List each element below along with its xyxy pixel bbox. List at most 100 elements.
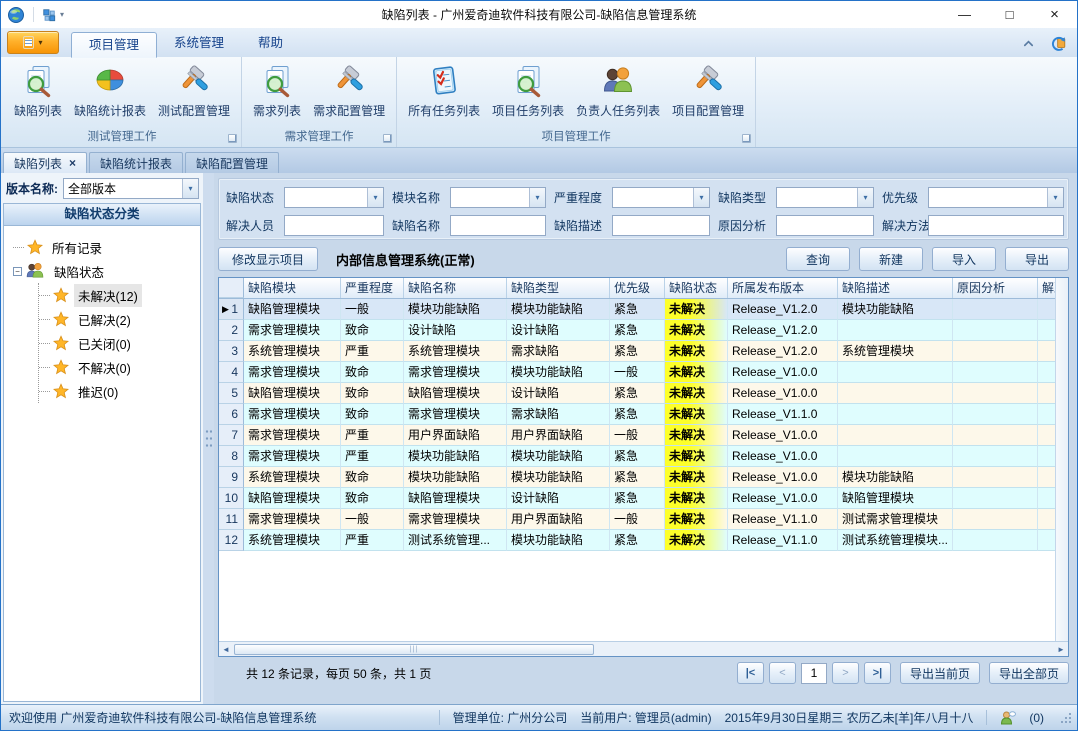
scroll-right-icon[interactable]: ►: [1054, 645, 1068, 654]
doc-tab-2[interactable]: 缺陷配置管理: [185, 152, 279, 173]
filter-combo-r1-2[interactable]: ▾: [612, 187, 710, 208]
grid-column-header-0[interactable]: 缺陷模块: [244, 278, 341, 298]
grid-column-header-6[interactable]: 所属发布版本: [728, 278, 838, 298]
ribbon-button-2-2[interactable]: 负责人任务列表: [570, 60, 666, 119]
action-button-3[interactable]: 导出: [1005, 247, 1069, 271]
tree-node-1[interactable]: −缺陷状态: [13, 259, 196, 283]
grid-column-header-5[interactable]: 缺陷状态: [665, 278, 728, 298]
row-number: 1: [231, 302, 238, 316]
export-all-pages-button[interactable]: 导出全部页: [989, 662, 1069, 684]
grid-column-header-4[interactable]: 优先级: [610, 278, 665, 298]
doc-tab-1[interactable]: 缺陷统计报表: [89, 152, 183, 173]
window-list-icon[interactable]: [42, 8, 56, 22]
ribbon-button-2-3[interactable]: 项目配置管理: [666, 60, 750, 119]
filter-combo-r1-1[interactable]: ▾: [450, 187, 546, 208]
dialog-launcher-icon[interactable]: [742, 134, 751, 143]
filter-input-r2-0[interactable]: [284, 215, 384, 236]
chevron-down-icon[interactable]: ▾: [367, 188, 383, 207]
filter-input-r2-1[interactable]: [450, 215, 546, 236]
pager-first-button[interactable]: |<: [737, 662, 764, 684]
table-row[interactable]: 12系统管理模块严重测试系统管理...模块功能缺陷紧急未解决Release_V1…: [219, 530, 1055, 551]
grid-cell: 需求管理模块: [244, 320, 341, 341]
tree-node-1-1[interactable]: 已解决(2): [39, 307, 196, 331]
scroll-left-icon[interactable]: ◄: [219, 645, 233, 654]
grid-column-header-8[interactable]: 原因分析: [953, 278, 1038, 298]
ribbon-tab-2[interactable]: 帮助: [241, 31, 300, 57]
tree-node-1-0[interactable]: 未解决(12): [39, 283, 196, 307]
resize-grip[interactable]: [1059, 711, 1072, 724]
filter-combo-r1-3[interactable]: ▾: [776, 187, 874, 208]
ribbon-button-1-0[interactable]: 需求列表: [247, 60, 307, 119]
grid-cell: 严重: [341, 446, 404, 467]
dialog-launcher-icon[interactable]: [228, 134, 237, 143]
tree-node-label: 已解决(2): [74, 308, 135, 331]
application-menu-button[interactable]: ▾: [7, 31, 59, 54]
table-row[interactable]: 6需求管理模块致命需求管理模块需求缺陷紧急未解决Release_V1.1.0: [219, 404, 1055, 425]
table-row[interactable]: 3系统管理模块严重系统管理模块需求缺陷紧急未解决Release_V1.2.0系统…: [219, 341, 1055, 362]
table-row[interactable]: 2需求管理模块致命设计缺陷设计缺陷紧急未解决Release_V1.2.0: [219, 320, 1055, 341]
scrollbar-thumb[interactable]: |||: [234, 644, 594, 655]
doc-tab-0[interactable]: 缺陷列表×: [3, 152, 87, 173]
table-row[interactable]: 11需求管理模块一般需求管理模块用户界面缺陷一般未解决Release_V1.1.…: [219, 509, 1055, 530]
table-row[interactable]: 10缺陷管理模块致命缺陷管理模块设计缺陷紧急未解决Release_V1.0.0缺…: [219, 488, 1055, 509]
ribbon-button-2-1[interactable]: 项目任务列表: [486, 60, 570, 119]
chevron-down-icon[interactable]: ▾: [182, 179, 198, 198]
tree-node-1-4[interactable]: 推迟(0): [39, 379, 196, 403]
close-button[interactable]: ×: [1032, 2, 1077, 28]
collapse-ribbon-icon[interactable]: [1022, 37, 1035, 50]
filter-input-r2-2[interactable]: [612, 215, 710, 236]
tree-node-1-2[interactable]: 已关闭(0): [39, 331, 196, 355]
table-row[interactable]: 8需求管理模块严重模块功能缺陷模块功能缺陷紧急未解决Release_V1.0.0: [219, 446, 1055, 467]
minimize-button[interactable]: —: [942, 2, 987, 28]
ribbon-button-1-1[interactable]: 需求配置管理: [307, 60, 391, 119]
action-button-2[interactable]: 导入: [932, 247, 996, 271]
content-panel: 缺陷状态▾模块名称▾严重程度▾缺陷类型▾优先级▾ 解决人员缺陷名称缺陷描述原因分…: [214, 173, 1077, 704]
table-row[interactable]: ▶1缺陷管理模块一般模块功能缺陷模块功能缺陷紧急未解决Release_V1.2.…: [219, 299, 1055, 320]
table-row[interactable]: 9系统管理模块致命模块功能缺陷模块功能缺陷紧急未解决Release_V1.0.0…: [219, 467, 1055, 488]
chevron-down-icon[interactable]: ▾: [529, 188, 545, 207]
ribbon-button-0-0[interactable]: 缺陷列表: [8, 60, 68, 119]
online-users-icon[interactable]: [1000, 710, 1016, 726]
ribbon-button-2-0[interactable]: 所有任务列表: [402, 60, 486, 119]
dropdown-arrow-icon[interactable]: ▾: [60, 10, 64, 19]
ribbon-button-0-1[interactable]: 缺陷统计报表: [68, 60, 152, 119]
vertical-scrollbar[interactable]: [1055, 278, 1068, 641]
pager-last-button[interactable]: >|: [864, 662, 891, 684]
horizontal-scrollbar[interactable]: ◄ ||| ►: [219, 641, 1068, 656]
tree-node-1-3[interactable]: 不解决(0): [39, 355, 196, 379]
table-row[interactable]: 4需求管理模块致命需求管理模块模块功能缺陷一般未解决Release_V1.0.0: [219, 362, 1055, 383]
version-combo[interactable]: 全部版本 ▾: [63, 178, 199, 199]
chevron-down-icon[interactable]: ▾: [857, 188, 873, 207]
filter-input-r2-4[interactable]: [928, 215, 1064, 236]
filter-combo-r1-0[interactable]: ▾: [284, 187, 384, 208]
grid-column-header-7[interactable]: 缺陷描述: [838, 278, 953, 298]
pager-prev-button[interactable]: <: [769, 662, 796, 684]
action-button-0[interactable]: 查询: [786, 247, 850, 271]
grid-column-header-2[interactable]: 缺陷名称: [404, 278, 507, 298]
ribbon-button-label: 项目配置管理: [672, 102, 744, 119]
pager-next-button[interactable]: >: [832, 662, 859, 684]
tree-node-0[interactable]: 所有记录: [13, 235, 196, 259]
action-button-1[interactable]: 新建: [859, 247, 923, 271]
modify-columns-button[interactable]: 修改显示项目: [218, 247, 318, 271]
tree-expander-icon[interactable]: −: [13, 267, 22, 276]
ribbon-tab-1[interactable]: 系统管理: [157, 31, 241, 57]
close-tab-icon[interactable]: ×: [69, 157, 76, 169]
ribbon-tab-0[interactable]: 项目管理: [71, 32, 157, 58]
grid-column-header-3[interactable]: 缺陷类型: [507, 278, 610, 298]
table-row[interactable]: 5缺陷管理模块致命缺陷管理模块设计缺陷紧急未解决Release_V1.0.0: [219, 383, 1055, 404]
panel-splitter[interactable]: [203, 173, 214, 704]
table-row[interactable]: 7需求管理模块严重用户界面缺陷用户界面缺陷一般未解决Release_V1.0.0: [219, 425, 1055, 446]
export-current-page-button[interactable]: 导出当前页: [900, 662, 980, 684]
grid-column-header-1[interactable]: 严重程度: [341, 278, 404, 298]
page-number-input[interactable]: [801, 663, 827, 684]
maximize-button[interactable]: □: [987, 2, 1032, 28]
chevron-down-icon[interactable]: ▾: [1047, 188, 1063, 207]
filter-combo-r1-4[interactable]: ▾: [928, 187, 1064, 208]
chevron-down-icon[interactable]: ▾: [693, 188, 709, 207]
filter-input-r2-3[interactable]: [776, 215, 874, 236]
help-icon[interactable]: [1051, 35, 1067, 51]
grid-column-header-9[interactable]: 解决方法: [1038, 278, 1055, 298]
ribbon-button-0-2[interactable]: 测试配置管理: [152, 60, 236, 119]
dialog-launcher-icon[interactable]: [383, 134, 392, 143]
